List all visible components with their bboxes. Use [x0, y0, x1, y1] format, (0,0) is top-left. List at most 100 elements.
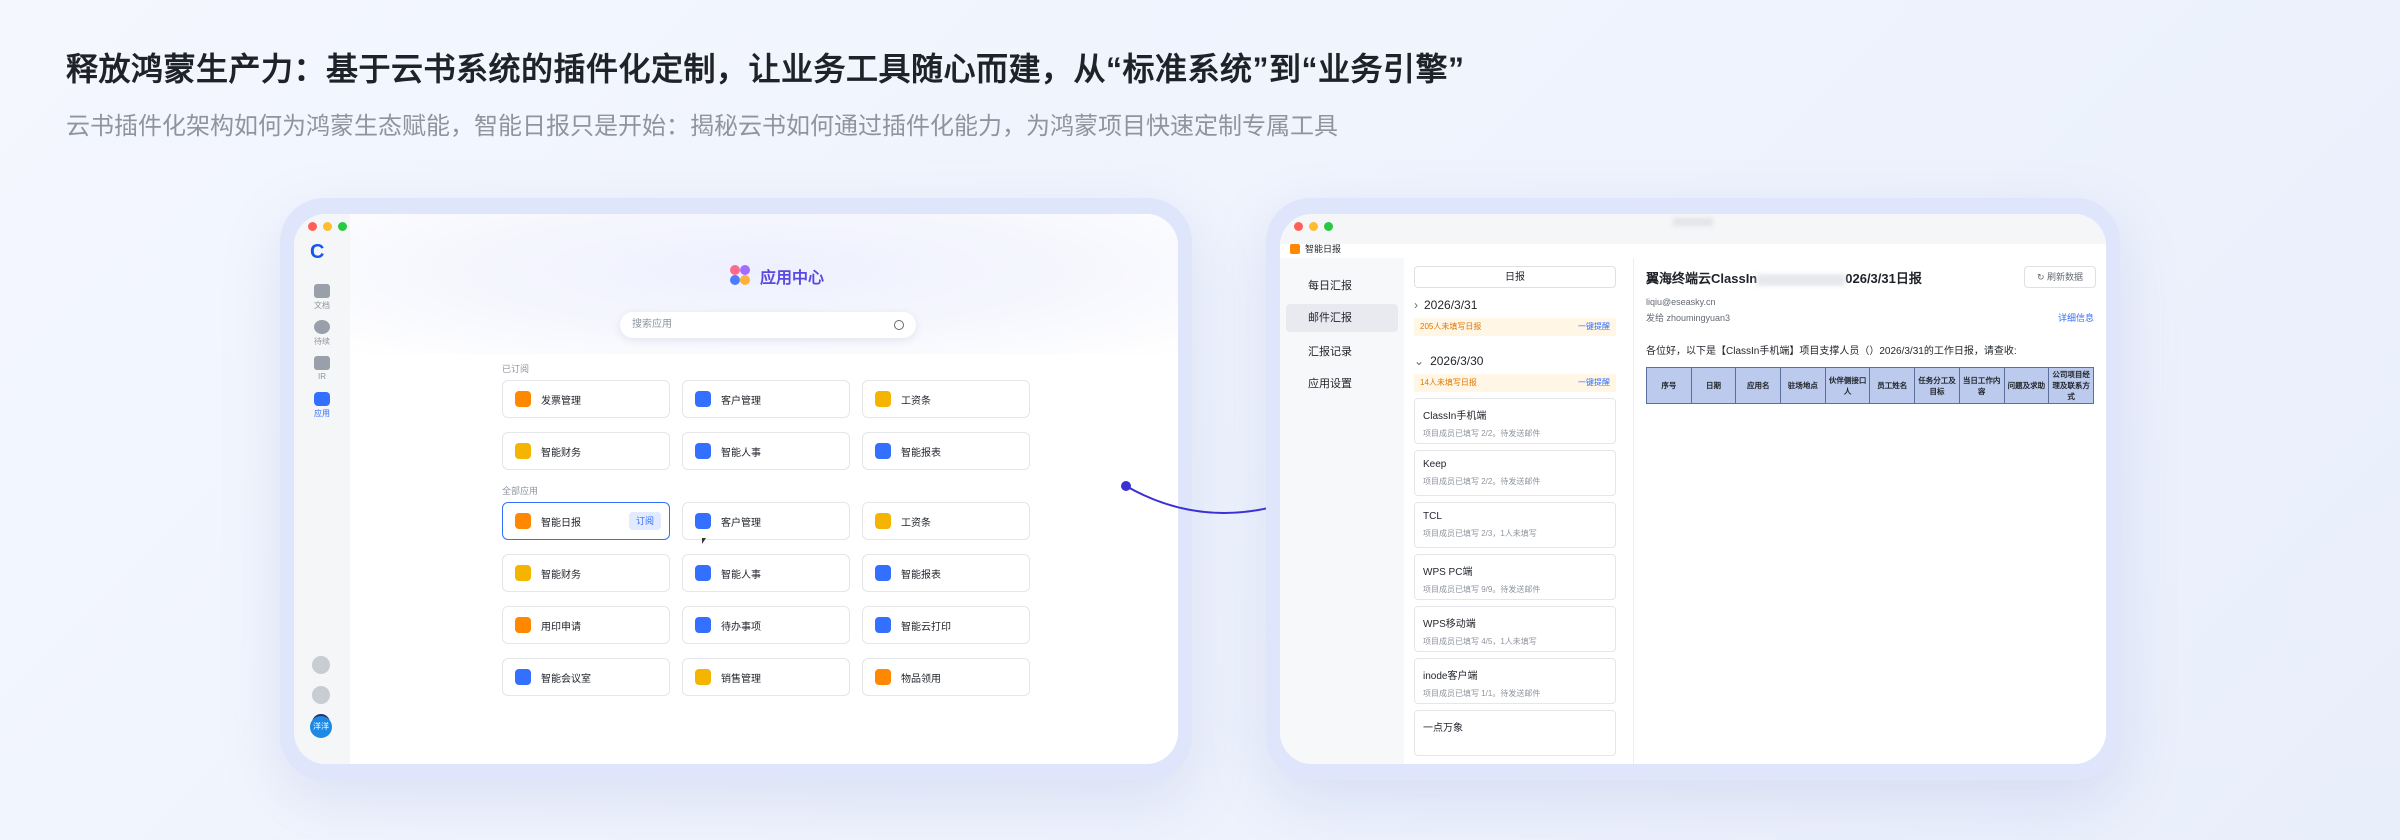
app-icon: [695, 669, 711, 685]
app-card[interactable]: 智能云打印: [862, 606, 1030, 644]
app-card[interactable]: 工资条: [862, 380, 1030, 418]
grid-icon: [314, 392, 330, 406]
left-device-frame: C 文档 待续 IR 应用 洋洋 应用中心 搜索应用 已订阅 发票管理 客户管理…: [280, 198, 1192, 780]
project-title: TCL: [1423, 511, 1442, 522]
list-item[interactable]: TCL 项目成员已填写 2/3，1人未填写: [1414, 502, 1616, 548]
settings-icon[interactable]: [312, 686, 330, 704]
sidebar-item-label: IR: [318, 372, 326, 381]
app-icon: [875, 669, 891, 685]
maximize-window-button[interactable]: [338, 222, 347, 231]
close-window-button[interactable]: [308, 222, 317, 231]
date-group-1[interactable]: › 2026/3/31: [1414, 298, 1477, 312]
app-card[interactable]: 待办事项: [682, 606, 850, 644]
list-item[interactable]: WPS移动端项目成员已填写 4/5，1人未填写: [1414, 606, 1616, 652]
remind-all-link[interactable]: 一键提醒: [1578, 318, 1610, 336]
app-card-label: 发票管理: [541, 395, 581, 407]
all-apps-section-label: 全部应用: [502, 486, 539, 496]
app-icon: [515, 617, 531, 633]
app-card-label: 物品领用: [901, 673, 941, 685]
app-card-label: 智能报表: [901, 569, 941, 581]
app-card-label: 智能日报: [541, 517, 581, 529]
app-card[interactable]: 智能报表: [862, 554, 1030, 592]
window-titlebar: [1280, 214, 2106, 244]
app-icon: [695, 391, 711, 407]
app-card[interactable]: 智能报表: [862, 432, 1030, 470]
list-item[interactable]: inode客户端 项目成员已填写 1/1。待发送邮件: [1414, 658, 1616, 704]
warning-text: 14人未填写日报: [1420, 378, 1477, 387]
app-card[interactable]: 智能财务: [502, 554, 670, 592]
unfilled-warning-2: 14人未填写日报 一键提醒: [1414, 374, 1616, 392]
list-item[interactable]: ClassIn手机端 项目成员已填写 2/2。待发送邮件: [1414, 398, 1616, 444]
app-card[interactable]: 发票管理: [502, 380, 670, 418]
app-card[interactable]: 工资条: [862, 502, 1030, 540]
app-tab[interactable]: 智能日报: [1290, 242, 1341, 255]
project-title: WPS移动端: [1423, 619, 1476, 630]
app-card[interactable]: 智能会议室: [502, 658, 670, 696]
project-status: 项目成员已填写 2/3，1人未填写: [1423, 529, 1537, 538]
details-link[interactable]: 详细信息: [2058, 311, 2094, 324]
app-card[interactable]: 用印申请: [502, 606, 670, 644]
minimize-window-button[interactable]: [323, 222, 332, 231]
app-card[interactable]: 智能人事: [682, 432, 850, 470]
chevron-down-icon: ⌄: [1414, 354, 1425, 368]
table-header-cell: 应用名: [1735, 367, 1782, 404]
sidebar-item-label: 文档: [314, 301, 330, 310]
nav-mail-report[interactable]: 邮件汇报: [1286, 304, 1398, 332]
titlebar-blur: [1673, 218, 1713, 226]
project-status: 项目成员已填写 9/9。待发送邮件: [1423, 585, 1541, 594]
nav-daily-report[interactable]: 每日汇报: [1286, 272, 1398, 300]
report-greeting: 各位好，以下是【ClassIn手机端】项目支撑人员（）2026/3/31的工作日…: [1646, 346, 2017, 357]
refresh-button[interactable]: ↻ 刷新数据: [2024, 266, 2096, 288]
app-card[interactable]: 客户管理: [682, 380, 850, 418]
date-group-2[interactable]: ⌄ 2026/3/30: [1414, 354, 1483, 368]
app-card[interactable]: 物品领用: [862, 658, 1030, 696]
table-header-cell: 任务分工及目标: [1914, 367, 1960, 404]
list-item[interactable]: Keep 项目成员已填写 2/2。待发送邮件: [1414, 450, 1616, 496]
app-card-label: 销售管理: [721, 673, 761, 685]
sidebar-item-ir[interactable]: IR: [302, 356, 342, 381]
bell-icon[interactable]: [312, 656, 330, 674]
app-card[interactable]: 智能财务: [502, 432, 670, 470]
app-icon: [875, 617, 891, 633]
maximize-window-button[interactable]: [1324, 222, 1333, 231]
app-card-label: 智能云打印: [901, 621, 951, 633]
project-status: 项目成员已填写 4/5，1人未填写: [1423, 637, 1537, 646]
sidebar-item-apps[interactable]: 应用: [302, 392, 342, 419]
app-card[interactable]: 智能日报 订阅: [502, 502, 670, 540]
close-window-button[interactable]: [1294, 222, 1303, 231]
minimize-window-button[interactable]: [1309, 222, 1318, 231]
remind-all-link[interactable]: 一键提醒: [1578, 374, 1610, 392]
project-title: ClassIn手机端: [1423, 411, 1487, 422]
app-icon: [695, 443, 711, 459]
nav-app-settings[interactable]: 应用设置: [1286, 370, 1398, 398]
subscribe-button[interactable]: 订阅: [629, 512, 661, 530]
project-status: 项目成员已填写 1/1。待发送邮件: [1423, 689, 1541, 698]
table-header-row: 序号 日期 应用名 驻场地点 伙伴侧接口人 员工姓名 任务分工及目标 当日工作内容 问题及求助公…: [1646, 367, 2094, 404]
app-card[interactable]: 销售管理: [682, 658, 850, 696]
app-icon: [695, 617, 711, 633]
list-item[interactable]: WPS PC端 项目成员已填写 9/9。待发送邮件: [1414, 554, 1616, 600]
app-card[interactable]: 智能人事: [682, 554, 850, 592]
sidebar-item-docs[interactable]: 文档: [302, 284, 342, 311]
project-list: 日报 › 2026/3/31 205人未填写日报 一键提醒 ⌄ 2026/3/30 1…: [1404, 258, 1634, 764]
nav-report-records[interactable]: 汇报记录: [1286, 338, 1398, 366]
box-icon: [314, 356, 330, 370]
avatar[interactable]: 洋洋: [310, 716, 332, 738]
project-status: 项目成员已填写 2/2。待发送邮件: [1423, 477, 1541, 486]
app-icon: [875, 443, 891, 459]
list-item[interactable]: 一点万象: [1414, 710, 1616, 756]
chevron-right-icon: ›: [1414, 298, 1418, 312]
left-sidebar: C 文档 待续 IR 应用 洋洋: [294, 214, 350, 764]
sidebar-item-pending[interactable]: 待续: [302, 320, 342, 347]
app-card-label: 智能会议室: [541, 673, 591, 685]
app-card[interactable]: 客户管理: [682, 502, 850, 540]
app-search-input[interactable]: 搜索应用: [620, 312, 916, 338]
connector-start-dot: [1121, 481, 1131, 491]
app-icon: [875, 513, 891, 529]
report-title-part: 026/3/31日报: [1845, 271, 1922, 286]
table-header-cell: 当日工作内容: [1958, 367, 2005, 404]
table-header-cell: 序号: [1646, 367, 1692, 404]
headline: 释放鸿蒙生产力：基于云书系统的插件化定制，让业务工具随心而建，从“标准系统”到“…: [66, 51, 1465, 87]
report-type-segment[interactable]: 日报: [1414, 266, 1616, 288]
app-card-label: 客户管理: [721, 517, 761, 529]
